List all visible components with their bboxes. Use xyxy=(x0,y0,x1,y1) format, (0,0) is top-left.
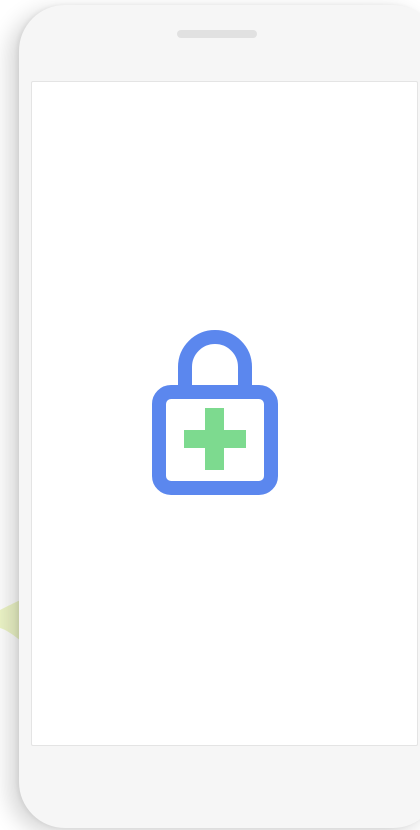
plus-horizontal xyxy=(184,430,246,448)
phone-speaker xyxy=(177,30,257,38)
lock-with-plus-icon xyxy=(152,330,278,495)
phone-screen xyxy=(31,81,418,746)
lock-shackle xyxy=(178,330,252,385)
phone-frame xyxy=(19,5,420,828)
